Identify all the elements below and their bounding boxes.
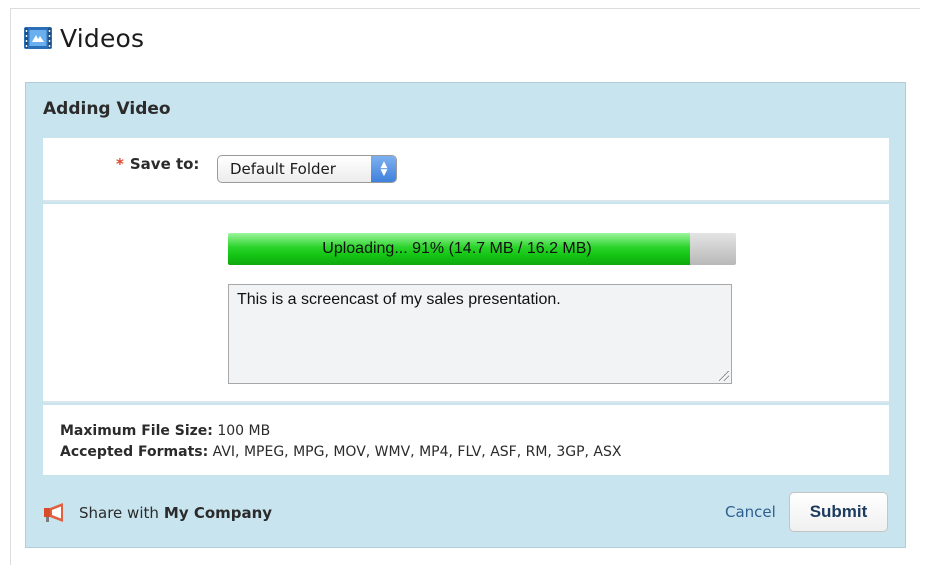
submit-button[interactable]: Submit — [789, 492, 888, 532]
description-textarea[interactable]: This is a screencast of my sales present… — [228, 284, 732, 384]
upload-status-text: Uploading... 91% (14.7 MB / 16.2 MB) — [322, 240, 592, 257]
formats-label: Accepted Formats: — [60, 444, 209, 460]
max-file-size: Maximum File Size: 100 MB — [60, 423, 270, 439]
folder-select-value: Default Folder — [230, 160, 336, 178]
required-mark: * — [116, 155, 124, 173]
upload-limits-panel: Maximum File Size: 100 MB Accepted Forma… — [43, 405, 889, 475]
description-text: This is a screencast of my sales present… — [237, 291, 561, 308]
upload-panel: Uploading... 91% (14.7 MB / 16.2 MB) Thi… — [43, 204, 889, 403]
save-to-row: * Save to: — [116, 155, 199, 173]
cancel-link[interactable]: Cancel — [725, 503, 776, 521]
formats-value: AVI, MPEG, MPG, MOV, WMV, MP4, FLV, ASF,… — [212, 444, 622, 460]
share-setting[interactable]: Share with My Company — [43, 503, 272, 523]
save-to-label: Save to: — [129, 155, 200, 173]
dialog-title: Adding Video — [43, 99, 171, 119]
upload-progress-bar: Uploading... 91% (14.7 MB / 16.2 MB) — [228, 233, 736, 265]
page-title: Videos — [60, 23, 145, 53]
video-icon — [24, 27, 52, 49]
share-prefix: Share with — [79, 504, 159, 522]
megaphone-icon — [44, 503, 63, 522]
share-target[interactable]: My Company — [164, 504, 272, 522]
page-header: Videos — [24, 22, 144, 54]
add-video-dialog: Adding Video * Save to: Default Folder ▲… — [25, 82, 906, 548]
chevron-updown-icon: ▲ ▼ — [371, 156, 396, 182]
save-to-panel: * Save to: Default Folder ▲ ▼ — [43, 138, 889, 202]
accepted-formats: Accepted Formats: AVI, MPEG, MPG, MOV, W… — [60, 444, 621, 460]
max-size-value: 100 MB — [217, 423, 271, 439]
resize-grip-icon[interactable] — [719, 371, 729, 381]
folder-select[interactable]: Default Folder ▲ ▼ — [217, 155, 397, 183]
max-size-label: Maximum File Size: — [60, 423, 213, 439]
